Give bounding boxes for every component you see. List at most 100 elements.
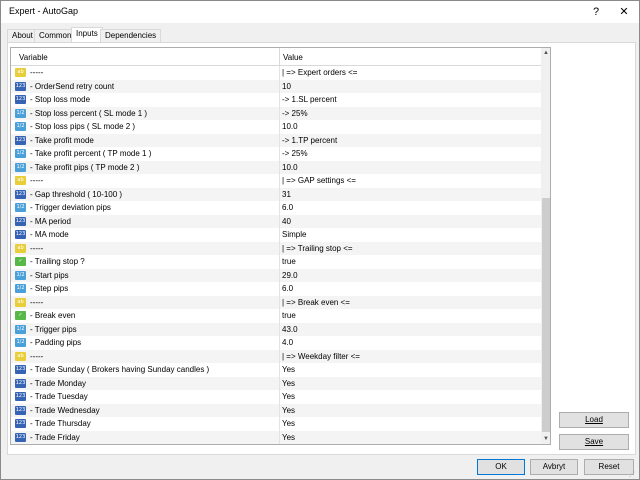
ok-button[interactable]: OK: [477, 459, 525, 475]
grid-row[interactable]: 123 - Trade Thursday Yes: [11, 417, 541, 431]
grid-header: Variable Value: [11, 48, 541, 66]
cell-divider: [279, 93, 280, 107]
variable-value[interactable]: 6.0: [282, 203, 293, 212]
grid-row[interactable]: ab ----- | => Expert orders <=: [11, 66, 541, 80]
close-button[interactable]: ✕: [616, 4, 632, 20]
variable-value[interactable]: | => Trailing stop <=: [282, 244, 353, 253]
variable-value[interactable]: | => Break even <=: [282, 298, 350, 307]
variable-value[interactable]: 10.0: [282, 163, 298, 172]
grid-row[interactable]: ab ----- | => Break even <=: [11, 295, 541, 309]
variable-name: -----: [30, 297, 44, 307]
grid-row[interactable]: ✓ - Break even true: [11, 309, 541, 323]
variable-name: - Stop loss mode: [30, 95, 91, 104]
text-type-icon: ab: [15, 68, 26, 77]
variable-value[interactable]: Yes: [282, 406, 295, 415]
variable-value[interactable]: 29.0: [282, 271, 298, 280]
variable-value[interactable]: Yes: [282, 365, 295, 374]
inputs-grid[interactable]: Variable Value ab ----- | => Expert orders…: [10, 47, 551, 445]
grid-row[interactable]: 1/2 - Start pips 29.0: [11, 268, 541, 282]
save-button-label: Save: [584, 437, 604, 446]
column-header-value[interactable]: Value: [283, 53, 303, 62]
scroll-up-arrow-icon[interactable]: ▲: [541, 48, 550, 58]
help-button[interactable]: ?: [588, 4, 604, 20]
cell-divider: [279, 201, 280, 215]
integer-type-icon: 123: [15, 95, 26, 104]
grid-row[interactable]: 1/2 - Take profit pips ( TP mode 2 ) 10.0: [11, 160, 541, 174]
double-type-icon: 1/2: [15, 108, 26, 118]
integer-type-icon: 123: [15, 189, 26, 199]
double-type-icon: 1/2: [15, 122, 26, 131]
cell-divider: [279, 241, 280, 255]
variable-value[interactable]: Simple: [282, 230, 306, 239]
grid-row[interactable]: 123 - Trade Monday Yes: [11, 376, 541, 390]
grid-row[interactable]: 1/2 - Padding pips 4.0: [11, 336, 541, 350]
grid-row[interactable]: 123 - Trade Wednesday Yes: [11, 403, 541, 417]
variable-value[interactable]: -> 1.SL percent: [282, 95, 337, 104]
scrollbar-thumb[interactable]: [542, 198, 550, 432]
integer-type-icon: 123: [15, 405, 26, 415]
grid-row[interactable]: ✓ - Trailing stop ? true: [11, 255, 541, 269]
variable-value[interactable]: | => GAP settings <=: [282, 176, 356, 185]
variable-value[interactable]: 4.0: [282, 338, 293, 347]
variable-value[interactable]: | => Weekday filter <=: [282, 352, 360, 361]
grid-row[interactable]: 123 - MA period 40: [11, 214, 541, 228]
grid-row[interactable]: 1/2 - Trigger pips 43.0: [11, 322, 541, 336]
variable-value[interactable]: 10.0: [282, 122, 298, 131]
variable-value[interactable]: -> 1.TP percent: [282, 136, 337, 145]
variable-value[interactable]: 6.0: [282, 284, 293, 293]
grid-row[interactable]: 123 - Stop loss mode -> 1.SL percent: [11, 93, 541, 107]
variable-value[interactable]: Yes: [282, 433, 295, 442]
grid-row[interactable]: 123 - Trade Sunday ( Brokers having Sunda…: [11, 363, 541, 377]
grid-row[interactable]: 1/2 - Take profit percent ( TP mode 1 ) ->…: [11, 147, 541, 161]
variable-value[interactable]: 10: [282, 82, 291, 91]
bool-type-icon: ✓: [15, 311, 26, 320]
variable-value[interactable]: 43.0: [282, 325, 298, 334]
grid-row[interactable]: ab ----- | => Trailing stop <=: [11, 241, 541, 255]
grid-row[interactable]: ab ----- | => GAP settings <=: [11, 174, 541, 188]
column-divider[interactable]: [279, 48, 280, 66]
cancel-button[interactable]: Avbryt: [530, 459, 578, 475]
load-button[interactable]: Load: [559, 412, 629, 428]
resize-grip-icon[interactable]: ⋰: [629, 471, 637, 479]
vertical-scrollbar[interactable]: ▲ ▼: [541, 48, 550, 444]
tab-inputs[interactable]: Inputs: [71, 27, 103, 43]
cell-divider: [279, 403, 280, 417]
title-bar: Expert - AutoGap ? ✕: [1, 1, 639, 23]
integer-type-icon: 123: [15, 81, 26, 91]
integer-type-icon: 123: [15, 392, 26, 401]
grid-row[interactable]: ab ----- | => Weekday filter <=: [11, 349, 541, 363]
integer-type-icon: 123: [15, 419, 26, 428]
grid-row[interactable]: 123 - Gap threshold ( 10-100 ) 31: [11, 187, 541, 201]
reset-button[interactable]: Reset: [584, 459, 634, 475]
variable-value[interactable]: Yes: [282, 392, 295, 401]
grid-row[interactable]: 1/2 - Stop loss pips ( SL mode 2 ) 10.0: [11, 120, 541, 134]
variable-value[interactable]: true: [282, 257, 296, 266]
grid-row[interactable]: 123 - OrderSend retry count 10: [11, 79, 541, 93]
grid-row[interactable]: 1/2 - Step pips 6.0: [11, 282, 541, 296]
variable-value[interactable]: true: [282, 311, 296, 320]
variable-value[interactable]: 40: [282, 217, 291, 226]
grid-row[interactable]: 123 - Trade Tuesday Yes: [11, 390, 541, 404]
grid-row[interactable]: 123 - Trade Friday Yes: [11, 430, 541, 444]
column-header-variable[interactable]: Variable: [19, 53, 48, 62]
variable-name: - Take profit percent ( TP mode 1 ): [30, 149, 152, 158]
variable-value[interactable]: -> 25%: [282, 109, 308, 118]
cell-divider: [279, 120, 280, 134]
save-button[interactable]: Save: [559, 434, 629, 450]
variable-name: - Trade Friday: [30, 432, 80, 442]
variable-value[interactable]: Yes: [282, 379, 295, 388]
cell-divider: [279, 187, 280, 201]
grid-row[interactable]: 1/2 - Trigger deviation pips 6.0: [11, 201, 541, 215]
tab-dependencies[interactable]: Dependencies: [100, 29, 162, 43]
grid-row[interactable]: 123 - Take profit mode -> 1.TP percent: [11, 133, 541, 147]
variable-name: - Stop loss percent ( SL mode 1 ): [30, 108, 148, 118]
variable-value[interactable]: -> 25%: [282, 149, 308, 158]
cell-divider: [279, 268, 280, 282]
variable-value[interactable]: 31: [282, 190, 291, 199]
grid-row[interactable]: 1/2 - Stop loss percent ( SL mode 1 ) -> 2…: [11, 106, 541, 120]
variable-value[interactable]: | => Expert orders <=: [282, 68, 357, 77]
variable-value[interactable]: Yes: [282, 419, 295, 428]
integer-type-icon: 123: [15, 230, 26, 239]
scroll-down-arrow-icon[interactable]: ▼: [541, 434, 550, 444]
grid-row[interactable]: 123 - MA mode Simple: [11, 228, 541, 242]
